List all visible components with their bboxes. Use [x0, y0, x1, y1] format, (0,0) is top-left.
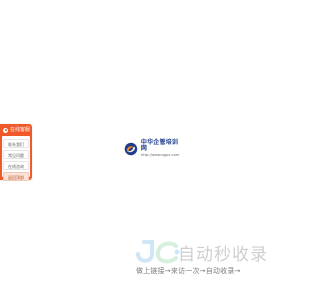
logo-mark-icon [124, 142, 138, 156]
watermark-slogan: 做上链接→来访一次→自动收录→ [136, 267, 241, 275]
watermark-logo-icon [136, 240, 180, 264]
logo-title: 中华企管培训网 [140, 139, 179, 153]
side-panel-list: 联系我们 常见问题 在线咨询 返回顶部 [2, 136, 30, 181]
side-service-panel: 在线客服 联系我们 常见问题 在线咨询 返回顶部 [0, 124, 32, 181]
center-logo[interactable]: 中华企管培训网 http://www.qgpx.com [124, 139, 184, 159]
side-panel-title: 在线客服 [10, 126, 31, 133]
logo-text: 中华企管培训网 http://www.qgpx.com [141, 140, 184, 158]
side-item-faq[interactable]: 常见问题 [3, 150, 29, 159]
side-item-contact[interactable]: 联系我们 [3, 139, 29, 148]
side-panel-header: 在线客服 [0, 124, 32, 136]
service-icon [3, 127, 8, 133]
side-item-back-to-top[interactable]: 返回顶部 [3, 172, 29, 181]
side-item-consult[interactable]: 在线咨询 [3, 161, 29, 170]
watermark-title: 自动秒收录 [178, 245, 268, 265]
auto-index-watermark: 自动秒收录 做上链接→来访一次→自动收录→ [136, 240, 280, 280]
logo-url: http://www.qgpx.com [140, 153, 180, 158]
